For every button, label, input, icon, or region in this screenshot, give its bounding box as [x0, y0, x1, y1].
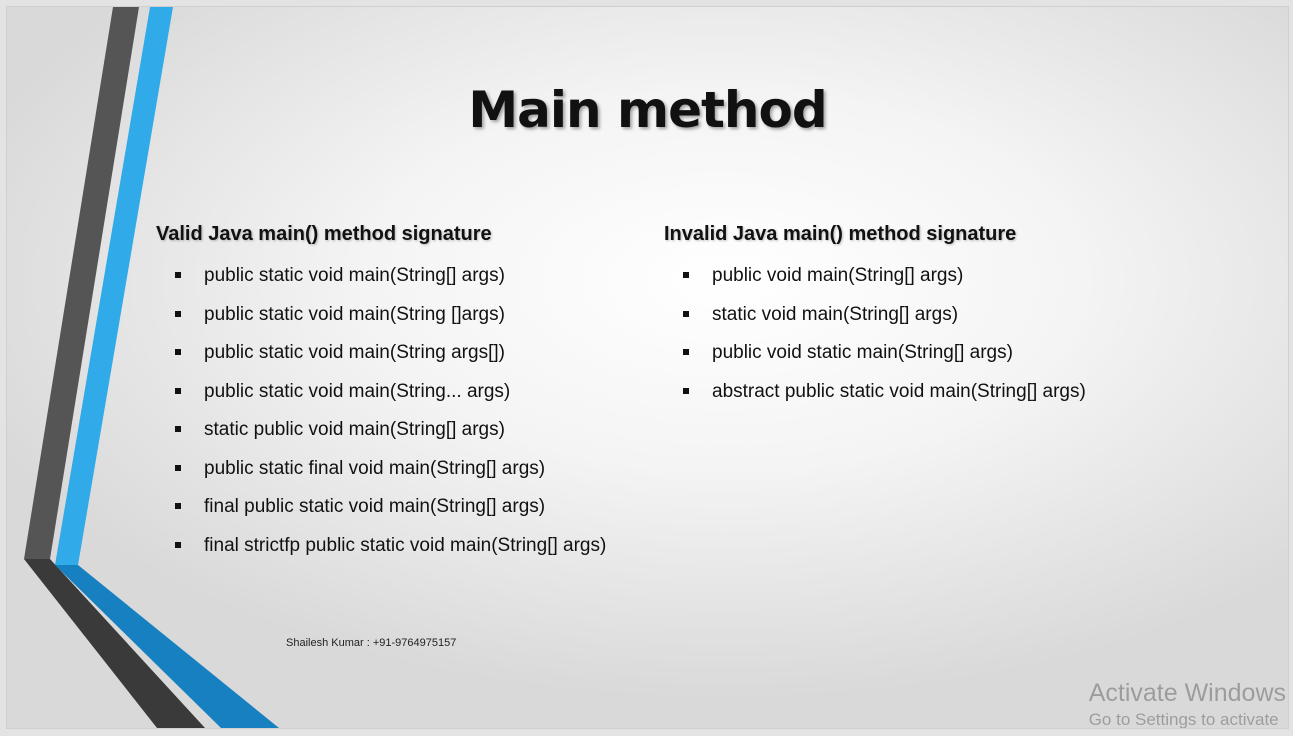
list-item: public void static main(String[] args)	[665, 341, 1086, 380]
list-item: public static void main(String args[])	[157, 341, 606, 380]
valid-signature-list: public static void main(String[] args) p…	[157, 264, 606, 572]
invalid-heading: Invalid Java main() method signature	[664, 223, 1017, 245]
bullet-icon	[175, 464, 181, 471]
stripe-dark-diagonal	[24, 559, 205, 728]
bullet-icon	[683, 349, 689, 355]
list-item: final strictfp public static void main(S…	[157, 534, 606, 573]
slide: Main method Valid Java main() method sig…	[6, 6, 1289, 729]
slide-footer: Shailesh Kumar : +91-9764975157	[286, 637, 457, 649]
list-item: public static void main(String []args)	[157, 303, 606, 342]
bullet-icon	[683, 310, 689, 317]
list-item: public void main(String[] args)	[665, 264, 1086, 303]
bullet-icon	[175, 503, 181, 509]
list-item: public static void main(String[] args)	[157, 264, 606, 303]
bullet-icon	[175, 272, 181, 278]
list-item: public static void main(String... args)	[157, 380, 606, 419]
bullet-icon	[175, 349, 181, 355]
watermark-subtitle: Go to Settings to activate	[1088, 710, 1279, 729]
slide-title: Main method	[468, 81, 827, 139]
list-item: abstract public static void main(String[…	[665, 380, 1086, 419]
valid-heading: Valid Java main() method signature	[156, 223, 492, 245]
bullet-icon	[175, 426, 181, 432]
list-item: final public static void main(String[] a…	[157, 495, 606, 534]
list-item: static public void main(String[] args)	[157, 418, 606, 457]
bullet-icon	[683, 387, 689, 394]
bullet-icon	[175, 541, 181, 548]
bullet-icon	[175, 387, 181, 394]
watermark-title: Activate Windows	[1088, 679, 1286, 707]
activation-watermark: Activate Windows Go to Settings to activ…	[1088, 679, 1286, 729]
bullet-icon	[683, 272, 689, 278]
bullet-icon	[175, 310, 181, 317]
list-item: public static final void main(String[] a…	[157, 457, 606, 496]
list-item: static void main(String[] args)	[665, 303, 1086, 342]
invalid-signature-list: public void main(String[] args) static v…	[665, 264, 1086, 418]
